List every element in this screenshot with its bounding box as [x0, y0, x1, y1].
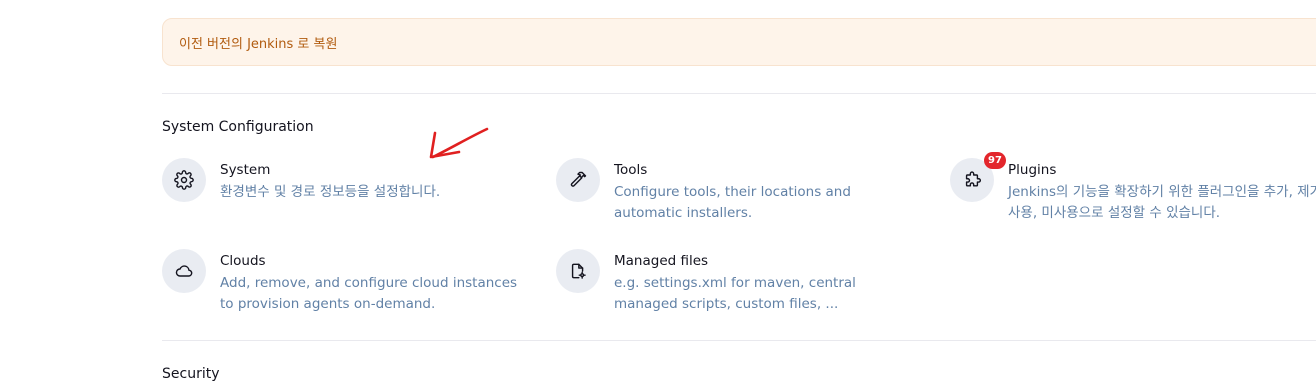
system-config-item-plugins[interactable]: 97 Plugins Jenkins의 기능을 확장하기 위한 플러그인을 추가…	[950, 152, 1316, 224]
system-config-item-managed-files[interactable]: Managed files e.g. settings.xml for mave…	[556, 249, 914, 315]
item-title[interactable]: Managed files	[614, 252, 914, 270]
section-divider	[162, 93, 1316, 94]
item-description: Add, remove, and configure cloud instanc…	[220, 275, 518, 312]
item-description: Configure tools, their locations and aut…	[614, 184, 851, 221]
section-title-system-configuration: System Configuration	[162, 119, 314, 135]
item-title[interactable]: Clouds	[220, 252, 530, 270]
gear-icon	[162, 158, 206, 202]
section-divider	[162, 340, 1316, 341]
item-description: Jenkins의 기능을 확장하기 위한 플러그인을 추가, 제거, 사용, 미…	[1008, 184, 1316, 221]
item-description: e.g. settings.xml for maven, central man…	[614, 275, 856, 312]
restore-previous-version-notice[interactable]: 이전 버전의 Jenkins 로 복원	[162, 18, 1316, 66]
puzzle-icon: 97	[950, 152, 1006, 202]
hammer-icon	[556, 158, 600, 202]
item-title[interactable]: Tools	[614, 161, 914, 179]
notice-text[interactable]: 이전 버전의 Jenkins 로 복원	[179, 33, 337, 52]
section-title-security: Security	[162, 366, 220, 382]
annotation-arrow-icon	[429, 127, 489, 159]
system-config-item-tools[interactable]: Tools Configure tools, their locations a…	[556, 158, 914, 224]
item-description: 환경변수 및 경로 정보등을 설정합니다.	[220, 184, 441, 200]
plugin-updates-badge: 97	[984, 152, 1006, 169]
item-title[interactable]: Plugins	[1008, 161, 1316, 179]
system-config-item-clouds[interactable]: Clouds Add, remove, and configure cloud …	[162, 249, 530, 315]
file-gear-icon	[556, 249, 600, 293]
cloud-icon	[162, 249, 206, 293]
